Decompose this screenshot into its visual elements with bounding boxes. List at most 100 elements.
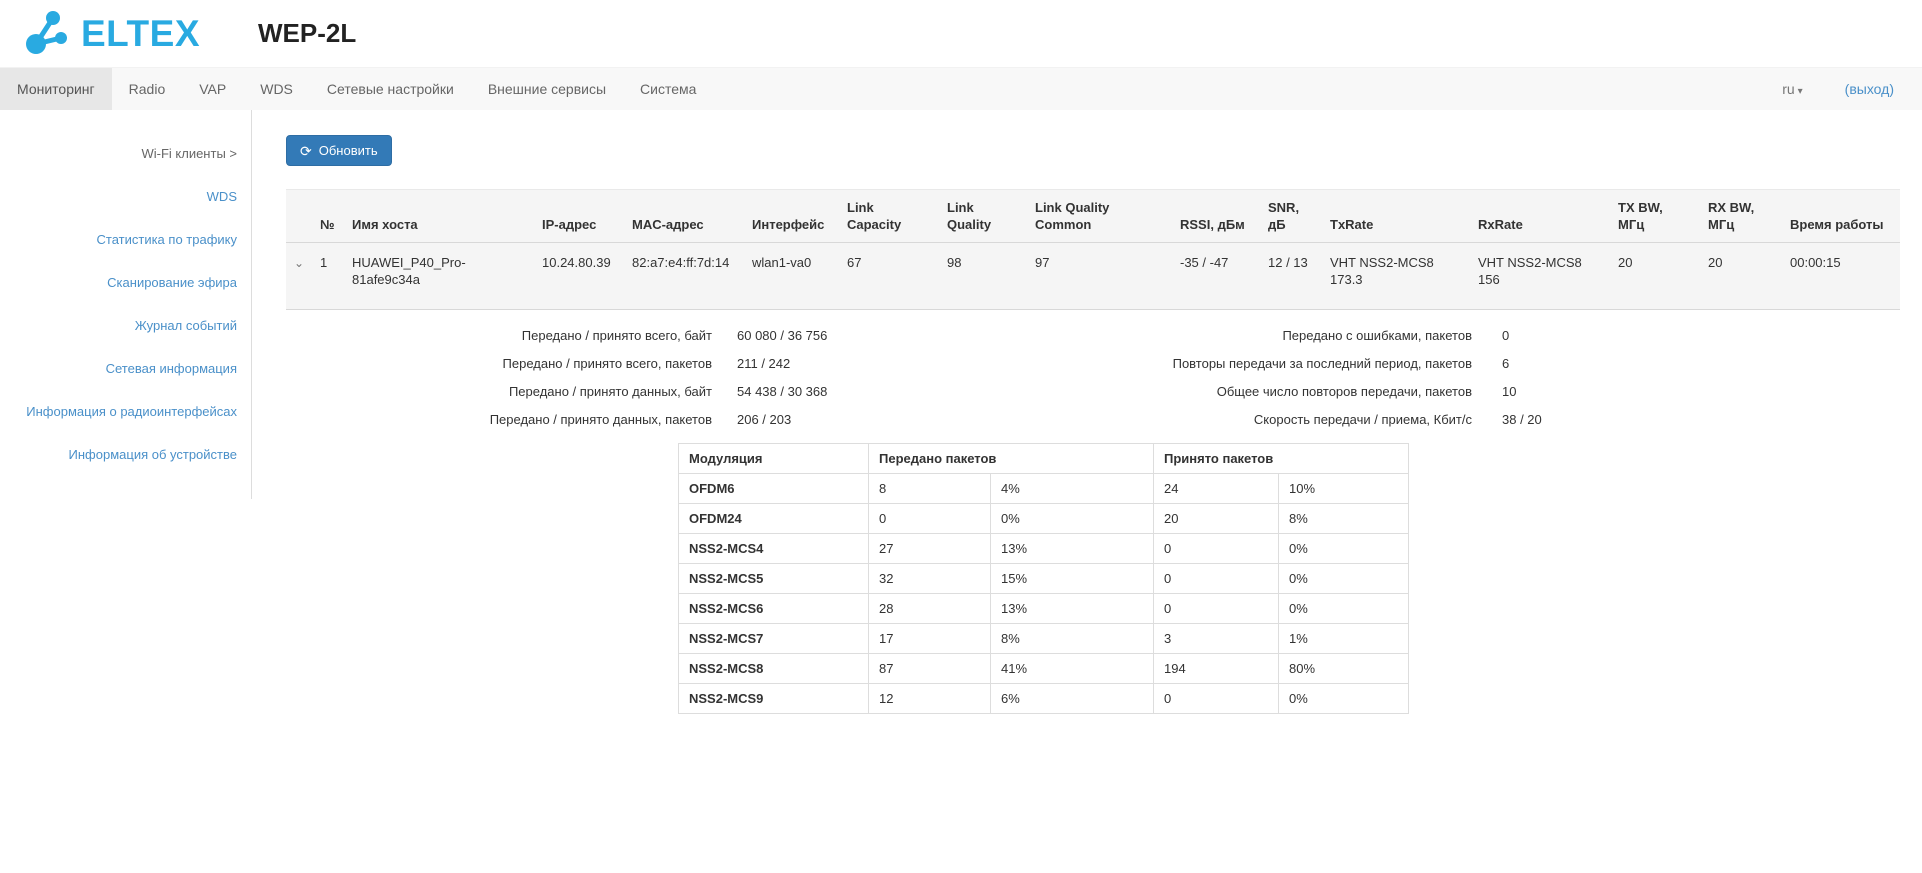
- col-tx-bw: TX BW, МГц: [1610, 190, 1700, 243]
- client-row: ⌄ 1 HUAWEI_P40_Pro-81afe9c34a 10.24.80.3…: [286, 243, 1900, 310]
- mod-name: NSS2-MCS7: [679, 624, 869, 654]
- stat-label: Повторы передачи за последний период, па…: [1037, 356, 1472, 372]
- tab-network-settings[interactable]: Сетевые настройки: [310, 68, 471, 110]
- mod-name: OFDM6: [679, 474, 869, 504]
- mod-rx-pct: 80%: [1279, 654, 1409, 684]
- mod-rx-count: 194: [1154, 654, 1279, 684]
- logout-link[interactable]: (выход): [1845, 81, 1894, 97]
- sidebar-item-wds[interactable]: WDS: [207, 189, 237, 204]
- mod-name: NSS2-MCS8: [679, 654, 869, 684]
- top-navbar: Мониторинг Radio VAP WDS Сетевые настрой…: [0, 67, 1922, 110]
- sidebar-item-device-info[interactable]: Информация об устройстве: [69, 447, 237, 462]
- modulation-row: NSS2-MCS4 27 13% 0 0%: [679, 534, 1409, 564]
- refresh-button-label: Обновить: [319, 143, 378, 158]
- col-interface: Интерфейс: [744, 190, 839, 243]
- mod-col-tx-packets: Передано пакетов: [869, 444, 1154, 474]
- modulation-row: OFDM24 0 0% 20 8%: [679, 504, 1409, 534]
- header: ELTEX WEP-2L: [0, 0, 1922, 67]
- mod-rx-count: 0: [1154, 684, 1279, 714]
- col-rssi: RSSI, дБм: [1172, 190, 1260, 243]
- tab-external-services[interactable]: Внешние сервисы: [471, 68, 623, 110]
- modulation-row: NSS2-MCS7 17 8% 3 1%: [679, 624, 1409, 654]
- mod-rx-pct: 0%: [1279, 594, 1409, 624]
- mod-rx-count: 0: [1154, 564, 1279, 594]
- mod-tx-pct: 8%: [991, 624, 1154, 654]
- mod-rx-count: 0: [1154, 534, 1279, 564]
- mod-rx-pct: 8%: [1279, 504, 1409, 534]
- mod-tx-count: 0: [869, 504, 991, 534]
- client-snr: 12 / 13: [1260, 243, 1322, 310]
- modulation-table: Модуляция Передано пакетов Принято пакет…: [678, 443, 1409, 714]
- client-interface: wlan1-va0: [744, 243, 839, 310]
- chevron-down-icon: ▾: [1798, 86, 1803, 97]
- mod-tx-pct: 0%: [991, 504, 1154, 534]
- nav-tabs: Мониторинг Radio VAP WDS Сетевые настрой…: [0, 68, 1782, 110]
- stat-value: 38 / 20: [1472, 412, 1542, 428]
- tab-wds[interactable]: WDS: [243, 68, 310, 110]
- eltex-logo: ELTEX: [25, 9, 200, 58]
- refresh-button[interactable]: ⟳ Обновить: [286, 135, 392, 166]
- stat-label: Передано / принято всего, байт: [286, 328, 712, 344]
- mod-tx-pct: 13%: [991, 534, 1154, 564]
- mod-tx-count: 28: [869, 594, 991, 624]
- col-txrate: TxRate: [1322, 190, 1470, 243]
- mod-rx-count: 3: [1154, 624, 1279, 654]
- mod-rx-pct: 1%: [1279, 624, 1409, 654]
- col-rx-bw: RX BW, МГц: [1700, 190, 1782, 243]
- mod-col-rx-packets: Принято пакетов: [1154, 444, 1409, 474]
- client-ip: 10.24.80.39: [534, 243, 624, 310]
- stat-label: Скорость передачи / приема, Кбит/с: [1037, 412, 1472, 428]
- detail-row: Передано / принято всего, байт 60 080 / …: [286, 328, 1900, 344]
- mod-tx-count: 17: [869, 624, 991, 654]
- stat-label: Передано с ошибками, пакетов: [1037, 328, 1472, 344]
- col-link-quality: Link Quality: [939, 190, 1027, 243]
- col-mac: MAC-адрес: [624, 190, 744, 243]
- modulation-table-wrap: Модуляция Передано пакетов Принято пакет…: [678, 443, 1900, 714]
- stat-value: 54 438 / 30 368: [712, 384, 1037, 400]
- client-rxrate: VHT NSS2-MCS8 156: [1470, 243, 1610, 310]
- tab-system[interactable]: Система: [623, 68, 713, 110]
- client-link-quality-common: 97: [1027, 243, 1172, 310]
- mod-tx-count: 27: [869, 534, 991, 564]
- stat-value: 0: [1472, 328, 1509, 344]
- mod-tx-pct: 41%: [991, 654, 1154, 684]
- tab-vap[interactable]: VAP: [182, 68, 243, 110]
- sidebar-item-traffic-stats[interactable]: Статистика по трафику: [97, 232, 237, 247]
- sidebar-item-air-scan[interactable]: Сканирование эфира: [107, 275, 237, 290]
- col-hostname: Имя хоста: [344, 190, 534, 243]
- mod-tx-count: 12: [869, 684, 991, 714]
- mod-name: NSS2-MCS9: [679, 684, 869, 714]
- tab-radio[interactable]: Radio: [112, 68, 183, 110]
- molecule-icon: [25, 9, 71, 58]
- client-rssi: -35 / -47: [1172, 243, 1260, 310]
- clients-table-header-row: № Имя хоста IP-адрес MAC-адрес Интерфейс…: [286, 190, 1900, 243]
- collapse-row-icon[interactable]: ⌄: [294, 256, 304, 270]
- sidebar-item-event-log[interactable]: Журнал событий: [135, 318, 237, 333]
- modulation-row: NSS2-MCS5 32 15% 0 0%: [679, 564, 1409, 594]
- mod-name: NSS2-MCS5: [679, 564, 869, 594]
- detail-row: Передано / принято всего, пакетов 211 / …: [286, 356, 1900, 372]
- stat-label: Передано / принято всего, пакетов: [286, 356, 712, 372]
- stat-value: 6: [1472, 356, 1509, 372]
- detail-row: Передано / принято данных, пакетов 206 /…: [286, 412, 1900, 428]
- nav-right: ru▾ (выход): [1782, 68, 1922, 110]
- col-ip: IP-адрес: [534, 190, 624, 243]
- stat-value: 211 / 242: [712, 356, 1037, 372]
- col-num: №: [312, 190, 344, 243]
- sidebar-item-network-info[interactable]: Сетевая информация: [106, 361, 237, 376]
- logo-wordmark: ELTEX: [81, 15, 200, 52]
- mod-rx-pct: 10%: [1279, 474, 1409, 504]
- detail-row: Передано / принято данных, байт 54 438 /…: [286, 384, 1900, 400]
- client-link-capacity: 67: [839, 243, 939, 310]
- sidebar-item-radio-info[interactable]: Информация о радиоинтерфейсах: [26, 404, 237, 419]
- sidebar-item-wifi-clients[interactable]: Wi-Fi клиенты >: [141, 146, 237, 161]
- mod-tx-count: 87: [869, 654, 991, 684]
- stat-label: Общее число повторов передачи, пакетов: [1037, 384, 1472, 400]
- mod-name: NSS2-MCS6: [679, 594, 869, 624]
- col-uptime: Время работы: [1782, 190, 1900, 243]
- language-dropdown[interactable]: ru▾: [1782, 81, 1802, 97]
- modulation-row: OFDM6 8 4% 24 10%: [679, 474, 1409, 504]
- col-link-capacity: Link Capacity: [839, 190, 939, 243]
- tab-monitoring[interactable]: Мониторинг: [0, 68, 112, 110]
- client-uptime: 00:00:15: [1782, 243, 1900, 310]
